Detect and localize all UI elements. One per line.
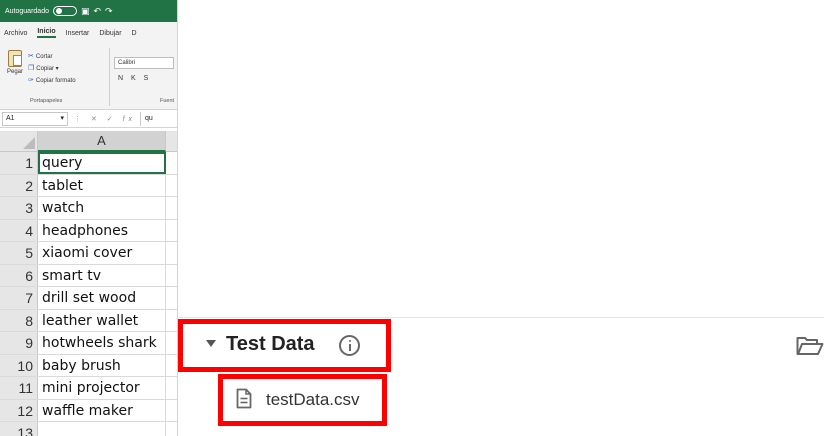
cell[interactable]: drill set wood bbox=[38, 287, 166, 309]
excel-window: Autoguardado ▣ ↶ ↷ Archivo Inicio Insert… bbox=[0, 0, 178, 436]
copy-icon: ❐ bbox=[28, 65, 35, 72]
cell[interactable]: headphones bbox=[38, 219, 166, 241]
table-row: 11 mini projector bbox=[0, 377, 177, 400]
table-row: 3 watch bbox=[0, 197, 177, 220]
format-painter-label: Copiar formato bbox=[35, 78, 76, 84]
paste-label: Pegar bbox=[6, 69, 23, 75]
row-number[interactable]: 9 bbox=[0, 332, 38, 354]
format-painter-button[interactable]: ✑ Copiar formato bbox=[28, 75, 76, 87]
table-row: 1 query bbox=[0, 152, 177, 175]
clipboard-actions: ✂ Cortar ❐ Copiar ▾ ✑ Copiar formato bbox=[28, 51, 76, 87]
cell[interactable] bbox=[38, 422, 166, 436]
column-header-b[interactable] bbox=[166, 131, 177, 152]
panel-divider bbox=[178, 317, 824, 318]
clipboard-group-label: Portapapeles bbox=[30, 98, 63, 104]
row-number[interactable]: 4 bbox=[0, 219, 38, 241]
ribbon-group-separator bbox=[109, 48, 110, 106]
column-headers: A bbox=[0, 131, 177, 152]
row-number[interactable]: 5 bbox=[0, 242, 38, 264]
table-row: 5 xiaomi cover bbox=[0, 242, 177, 265]
table-row: 13 bbox=[0, 422, 177, 436]
font-name-select[interactable]: Calibri bbox=[114, 57, 174, 69]
table-row: 8 leather wallet bbox=[0, 309, 177, 332]
table-row: 7 drill set wood bbox=[0, 287, 177, 310]
tab-d[interactable]: D bbox=[132, 30, 137, 37]
brush-icon: ✑ bbox=[28, 77, 34, 84]
save-icon[interactable]: ▣ bbox=[81, 6, 90, 16]
table-row: 12 waffle maker bbox=[0, 399, 177, 422]
sheet-grid: 1 query 2 tablet 3 watch 4 headphones 5 … bbox=[0, 152, 177, 436]
scissors-icon: ✂ bbox=[28, 53, 34, 60]
column-header-a[interactable]: A bbox=[38, 131, 166, 152]
tab-inicio[interactable]: Inicio bbox=[37, 28, 56, 38]
cell[interactable]: hotwheels shark bbox=[38, 332, 166, 354]
cut-label: Cortar bbox=[35, 54, 53, 60]
tab-insertar[interactable]: Insertar bbox=[66, 30, 90, 37]
cell[interactable]: watch bbox=[38, 197, 166, 219]
undo-icon[interactable]: ↶ bbox=[94, 6, 102, 16]
paste-button[interactable]: Pegar bbox=[5, 50, 25, 75]
cell[interactable]: smart tv bbox=[38, 264, 166, 286]
cell[interactable]: xiaomi cover bbox=[38, 242, 166, 264]
cut-button[interactable]: ✂ Cortar bbox=[28, 51, 76, 63]
row-number[interactable]: 11 bbox=[0, 377, 38, 399]
tab-archivo[interactable]: Archivo bbox=[4, 30, 27, 37]
row-number[interactable]: 2 bbox=[0, 174, 38, 196]
copy-button[interactable]: ❐ Copiar ▾ bbox=[28, 63, 76, 75]
ribbon: Pegar ✂ Cortar ❐ Copiar ▾ ✑ Copiar formato … bbox=[0, 44, 177, 110]
font-group-label: Fuent bbox=[160, 98, 175, 104]
format-buttons[interactable]: N K S bbox=[118, 75, 151, 82]
redo-icon[interactable]: ↷ bbox=[105, 6, 113, 16]
folder-open-icon[interactable] bbox=[796, 336, 824, 356]
cell[interactable]: leather wallet bbox=[38, 309, 166, 331]
name-box[interactable]: A1 ▾ bbox=[2, 111, 68, 126]
cell-a1[interactable]: query bbox=[38, 152, 166, 174]
row-number[interactable]: 1 bbox=[0, 152, 38, 174]
tab-dibujar[interactable]: Dibujar bbox=[99, 30, 121, 37]
cell[interactable]: mini projector bbox=[38, 377, 166, 399]
clipboard-icon bbox=[8, 50, 22, 67]
excel-titlebar: Autoguardado ▣ ↶ ↷ bbox=[0, 0, 177, 22]
row-number[interactable]: 6 bbox=[0, 264, 38, 286]
table-row: 2 tablet bbox=[0, 174, 177, 197]
highlight-box-file bbox=[218, 374, 387, 426]
highlight-box-section-header bbox=[178, 319, 391, 372]
copy-label: Copiar bbox=[36, 66, 54, 72]
cell[interactable]: waffle maker bbox=[38, 399, 166, 421]
ribbon-tabs: Archivo Inicio Insertar Dibujar D bbox=[0, 22, 177, 44]
autosave-toggle[interactable] bbox=[52, 6, 77, 16]
formula-input[interactable]: qu bbox=[140, 111, 177, 126]
table-row: 10 baby brush bbox=[0, 354, 177, 377]
row-number[interactable]: 12 bbox=[0, 399, 38, 421]
row-number[interactable]: 3 bbox=[0, 197, 38, 219]
autosave-label: Autoguardado bbox=[5, 7, 49, 15]
row-number[interactable]: 7 bbox=[0, 287, 38, 309]
row-number[interactable]: 13 bbox=[0, 422, 38, 436]
cell[interactable]: baby brush bbox=[38, 354, 166, 376]
table-row: 4 headphones bbox=[0, 219, 177, 242]
row-number[interactable]: 10 bbox=[0, 354, 38, 376]
table-row: 9 hotwheels shark bbox=[0, 332, 177, 355]
row-number[interactable]: 8 bbox=[0, 309, 38, 331]
formula-bar: A1 ▾ ⋮ ✕ ✓ fx qu bbox=[0, 110, 177, 128]
table-row: 6 smart tv bbox=[0, 264, 177, 287]
formula-icons[interactable]: ⋮ ✕ ✓ fx bbox=[74, 115, 136, 123]
cell[interactable]: tablet bbox=[38, 174, 166, 196]
select-all-corner[interactable] bbox=[0, 131, 38, 152]
